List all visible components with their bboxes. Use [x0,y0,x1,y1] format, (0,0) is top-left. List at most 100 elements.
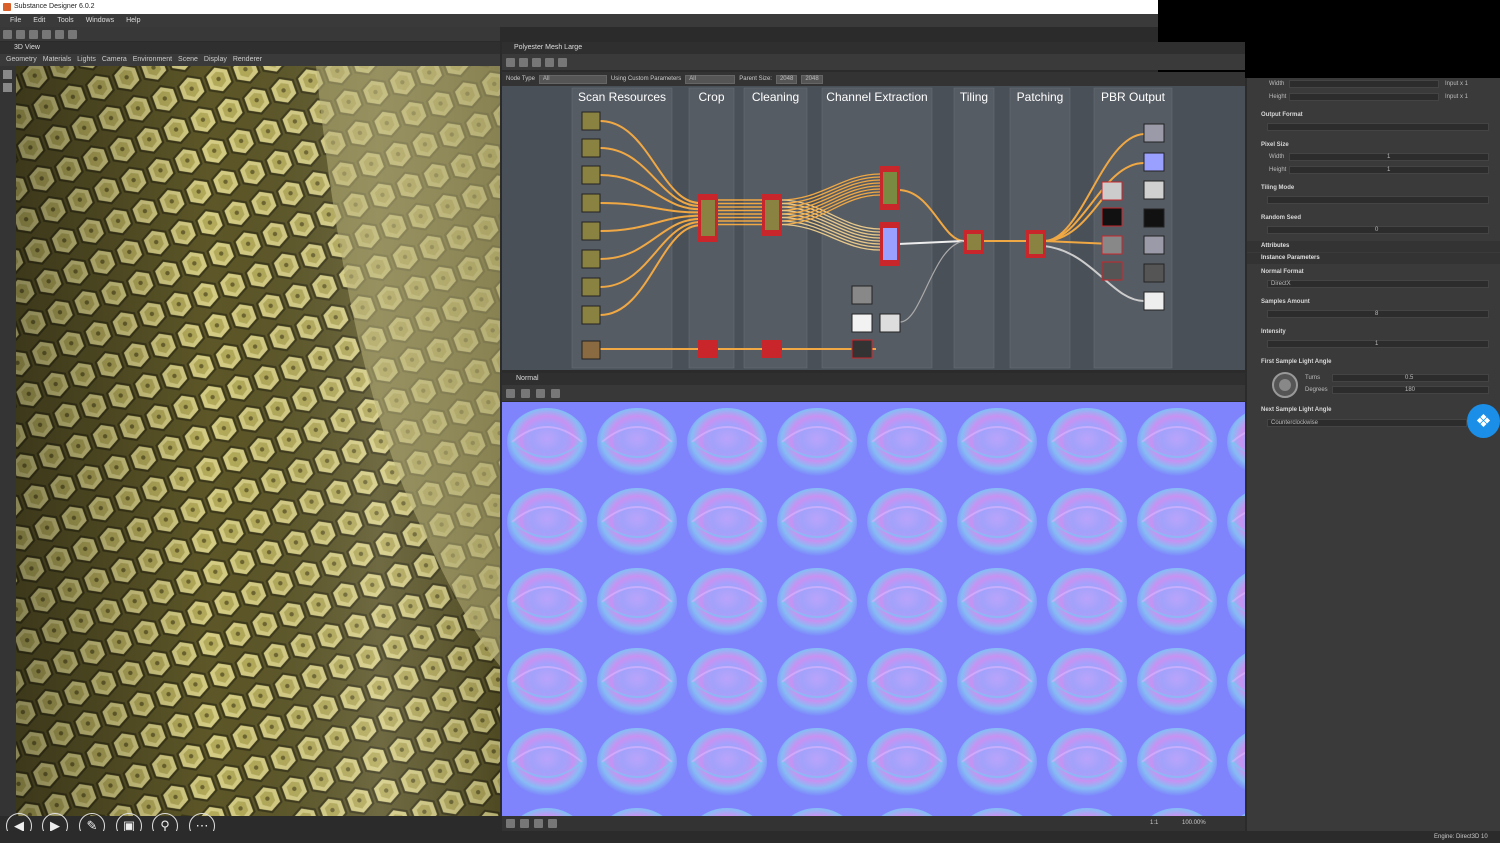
frame-title: PBR Output [1101,90,1166,104]
width-slider[interactable] [1289,80,1439,88]
engine-label: Engine: Direct3D 10 [1434,834,1488,840]
instance-parameters-section[interactable]: Instance Parameters [1247,253,1500,264]
redo-icon[interactable] [68,29,77,39]
menu-renderer[interactable]: Renderer [230,54,265,66]
node-scan-resource[interactable] [581,221,601,241]
menu-edit[interactable]: Edit [27,14,51,27]
menu-materials[interactable]: Materials [40,54,74,66]
save-all-icon[interactable] [42,29,51,39]
node-tiling-inner[interactable] [967,234,981,250]
random-seed-label: Random Seed [1261,215,1302,221]
node-white[interactable] [851,313,873,333]
save-icon[interactable] [521,388,530,398]
frame-icon[interactable] [532,57,541,67]
node-channel-normal-inner[interactable] [883,228,897,260]
menu-scene[interactable]: Scene [175,54,201,66]
node-patching-inner[interactable] [1029,234,1043,254]
size-ratio-label: 1:1 [1150,820,1159,826]
node-pbr-convert[interactable] [1101,235,1123,255]
3d-viewport[interactable] [16,66,500,816]
menu-display[interactable]: Display [201,54,230,66]
normal-view-statusbar [502,816,1245,831]
link-icon[interactable] [545,57,554,67]
alpha-icon[interactable] [520,819,529,828]
height-slider[interactable] [1289,93,1439,101]
node-pbr-output[interactable] [1143,208,1165,228]
menu-windows[interactable]: Windows [80,14,120,27]
normal-map-preview[interactable] [502,402,1245,816]
normal-format-value: DirectX [1271,281,1291,287]
node-scan-resource[interactable] [581,165,601,185]
menu-tools[interactable]: Tools [51,14,79,27]
open-icon[interactable] [16,29,25,39]
width-value: Input x 1 [1445,81,1469,87]
node-cleaning-inner[interactable] [765,200,779,230]
node-cleaning-b[interactable] [762,340,782,358]
attributes-section[interactable]: Attributes [1247,241,1500,252]
menu-geometry[interactable]: Geometry [3,54,40,66]
node-pbr-output[interactable] [1143,180,1165,200]
save-icon[interactable] [29,29,38,39]
export-icon[interactable] [536,388,545,398]
main-toolbar [0,27,500,41]
undo-icon[interactable] [55,29,64,39]
node-scan-resource[interactable] [581,340,601,360]
channels-icon[interactable] [506,819,515,828]
tiling-mode-label: Tiling Mode [1261,185,1295,191]
node-pbr-output[interactable] [1143,123,1165,143]
node-pbr-convert[interactable] [1101,207,1123,227]
histogram-icon[interactable] [548,819,557,828]
node-scan-resource[interactable] [581,138,601,158]
node-pbr-output[interactable] [1143,152,1165,172]
node-blend[interactable] [879,313,901,333]
pen-icon[interactable] [3,83,12,92]
node-dark[interactable] [851,339,873,359]
node-pbr-convert[interactable] [1101,181,1123,201]
title-bar: Substance Designer 6.0.2 [0,0,1158,14]
grid-icon[interactable] [506,57,515,67]
custom-params-select[interactable]: All [685,74,736,84]
normal-format-select[interactable]: DirectX [1267,280,1489,288]
light-angle-knob[interactable] [1272,372,1298,398]
dropbox-icon[interactable]: ❖ [1467,404,1500,438]
node-pbr-output[interactable] [1143,235,1165,255]
3d-view-title: 3D View [14,44,40,51]
node-scan-resource[interactable] [581,193,601,213]
menu-help[interactable]: Help [120,14,146,27]
status-bar [0,831,1500,843]
menu-environment[interactable]: Environment [130,54,175,66]
next-sample-select[interactable]: Counterclockwise [1267,419,1467,427]
zoom-label[interactable]: 100.00% [1182,820,1206,826]
node-type-label: Node Type [506,76,535,82]
node-scan-resource[interactable] [581,305,601,325]
node-crop-b[interactable] [698,340,718,358]
parent-size-select[interactable]: 2048 [775,74,798,84]
node-type-select[interactable]: All [538,74,607,84]
parent-size-label: Parent Size: [739,76,772,82]
node-scan-resource[interactable] [581,249,601,269]
copy-icon[interactable] [506,388,515,398]
menu-file[interactable]: File [4,14,27,27]
node-scan-resource[interactable] [581,277,601,297]
node-pbr-output[interactable] [1143,291,1165,311]
node-pbr-convert[interactable] [1101,261,1123,281]
node-scan-resource[interactable] [581,111,601,131]
tiling-mode-select[interactable] [1267,196,1489,204]
new-icon[interactable] [3,29,12,39]
size-select[interactable]: 2048 [801,74,823,84]
output-format-select[interactable] [1267,123,1489,131]
frame-title: Tiling [960,90,988,104]
graph-header: Polyester Mesh Large [502,42,1245,54]
menu-camera[interactable]: Camera [99,54,130,66]
menu-lights[interactable]: Lights [74,54,99,66]
align-icon[interactable] [519,57,528,67]
tile-icon[interactable] [534,819,543,828]
node-pbr-output[interactable] [1143,263,1165,283]
select-icon[interactable] [3,70,12,79]
node-crop-inner[interactable] [701,200,715,236]
node-gray[interactable] [851,285,873,305]
settings-icon[interactable] [558,57,567,67]
node-channel-height-inner[interactable] [883,172,897,204]
node-graph[interactable]: Scan Resources Crop Cleaning Channel Extrac… [502,86,1245,370]
move-icon[interactable] [551,388,560,398]
